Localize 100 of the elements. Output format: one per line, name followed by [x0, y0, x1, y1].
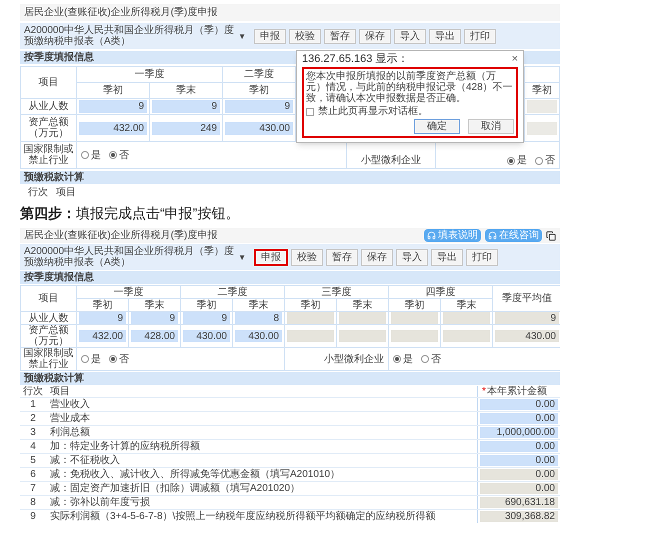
readonly-field: 9	[495, 312, 559, 324]
dialog-button[interactable]: 确定	[414, 119, 460, 134]
step-heading: 第四步：填报完成点击“申报”按钮。	[20, 205, 240, 222]
readonly-field: 309,368.82	[480, 511, 558, 522]
item-label: 减：弥补以前年度亏损	[50, 497, 150, 508]
toolbar-button[interactable]: 申报	[254, 28, 286, 44]
column-header: 二季度	[244, 69, 274, 80]
input-field[interactable]: 249	[152, 122, 220, 134]
item-label: 利润总额	[50, 427, 90, 438]
input-field[interactable]: 9	[131, 312, 178, 324]
input-field[interactable]: 9	[183, 312, 230, 324]
line-number: 5	[30, 455, 36, 466]
radio-option[interactable]: 是	[81, 354, 101, 364]
column-header: 一季度	[134, 69, 164, 80]
required-mark: *	[482, 386, 486, 397]
section-header: 预缴税款计算	[20, 171, 560, 184]
column-header: 季初	[532, 85, 552, 96]
toolbar-button[interactable]: 暂存	[324, 28, 356, 44]
column-header: 项目	[38, 293, 58, 304]
column-header: 季初	[92, 300, 112, 310]
row-label: 资产总额（万元）	[28, 325, 70, 347]
input-field[interactable]: 430.00	[183, 330, 230, 342]
input-field[interactable]: 0.00	[480, 441, 558, 452]
line-number: 8	[30, 497, 36, 508]
toolbar-button[interactable]: 导出	[429, 28, 461, 44]
column-header: 项目	[50, 386, 70, 397]
column-header: 三季度	[322, 286, 352, 298]
input-field[interactable]: 9	[79, 100, 147, 113]
toolbar-button[interactable]: 打印	[464, 28, 496, 44]
item-label: 减：固定资产加速折旧（扣除）调减额（填写A201020）	[50, 483, 300, 494]
headset-icon	[427, 231, 436, 240]
line-number: 1	[30, 399, 36, 410]
page-title: 居民企业(查账征收)企业所得税月(季)度申报	[24, 230, 218, 241]
toolbar-button[interactable]: 保存	[361, 248, 393, 266]
line-number: 7	[30, 483, 36, 494]
column-header: 季末	[144, 300, 164, 310]
toolbar-button[interactable]: 导出	[431, 248, 463, 266]
column-header: 四季度	[426, 286, 456, 298]
checkbox-label: 禁止此页再显示对话框。	[318, 106, 428, 117]
column-header: 季度平均值	[502, 293, 552, 304]
column-header: 行次	[28, 187, 48, 198]
input-field[interactable]: 430.00	[235, 330, 282, 342]
row-label: 国家限制或禁止行业	[23, 144, 74, 166]
radio-option[interactable]: 否	[421, 354, 441, 364]
item-label: 加：特定业务计算的应纳税所得额	[50, 441, 200, 452]
column-header: 二季度	[218, 286, 248, 298]
toolbar-button[interactable]: 保存	[359, 28, 391, 44]
row-label: 资产总额（万元）	[28, 117, 70, 139]
input-field[interactable]: 0.00	[480, 413, 558, 424]
field-label: 小型微利企业	[361, 155, 421, 166]
readonly-field: 690,631.18	[480, 497, 558, 508]
column-header: 一季度	[114, 286, 144, 298]
windows-icon[interactable]	[546, 230, 556, 240]
column-header: 项目	[38, 77, 58, 88]
input-field[interactable]: 0.00	[480, 455, 558, 466]
column-header: 行次	[23, 386, 43, 397]
input-field[interactable]: 9	[225, 100, 293, 113]
input-field[interactable]: 1,000,000.00	[480, 427, 558, 438]
radio-option[interactable]: 否	[109, 354, 129, 364]
toolbar-button[interactable]: 校验	[289, 28, 321, 44]
radio-option[interactable]: 否	[109, 150, 129, 160]
readonly-field: 430.00	[495, 330, 559, 342]
input-field[interactable]: 8	[235, 312, 282, 324]
radio-option[interactable]: 是	[507, 155, 527, 166]
radio-option[interactable]: 否	[535, 155, 555, 166]
column-header: 季末	[352, 300, 372, 310]
checkbox[interactable]	[306, 108, 314, 116]
toolbar-button[interactable]: 校验	[291, 248, 323, 266]
line-number: 3	[30, 427, 36, 438]
row-label: 国家限制或禁止行业	[23, 348, 74, 370]
input-field[interactable]: 430.00	[225, 122, 293, 134]
headset-icon	[488, 231, 497, 240]
input-field[interactable]: 0.00	[480, 399, 558, 410]
readonly-field	[527, 122, 557, 134]
toolbar-button[interactable]: 申报	[254, 248, 288, 266]
column-header: 季末	[248, 300, 268, 310]
dialog-message: 您本次申报所填报的以前季度资产总额（万元）情况，与此前的纳税申报记录（428）不一致，请确认本次申报数据是否正确。	[306, 71, 514, 104]
dialog-button[interactable]: 取消	[468, 119, 514, 134]
section-header: 预缴税款计算	[20, 372, 560, 385]
close-button[interactable]: ×	[512, 54, 518, 65]
column-header: 季末	[176, 85, 196, 96]
column-header: 季初	[404, 300, 424, 310]
line-number: 4	[30, 441, 36, 452]
input-field[interactable]: 9	[152, 100, 220, 113]
item-label: 实际利润额（3+4-5-6-7-8）\按照上一纳税年度应纳税所得额平均额确定的应纳税所得额	[50, 511, 436, 522]
input-field[interactable]: 428.00	[131, 330, 178, 342]
toolbar-button[interactable]: 暂存	[326, 248, 358, 266]
radio-option[interactable]: 是	[393, 354, 413, 364]
item-label: 营业收入	[50, 399, 90, 410]
input-field[interactable]: 432.00	[79, 330, 126, 342]
input-field[interactable]: 432.00	[79, 122, 147, 134]
input-field[interactable]: 9	[79, 312, 126, 324]
radio-option[interactable]: 是	[81, 150, 101, 160]
row-label: 从业人数	[28, 101, 68, 112]
column-header: 项目	[56, 187, 76, 198]
field-label: 小型微利企业	[324, 354, 384, 364]
toolbar-button[interactable]: 导入	[396, 248, 428, 266]
item-label: 减：免税收入、减计收入、所得减免等优惠金额（填写A201010）	[50, 469, 340, 480]
toolbar-button[interactable]: 打印	[466, 248, 498, 266]
toolbar-button[interactable]: 导入	[394, 28, 426, 44]
